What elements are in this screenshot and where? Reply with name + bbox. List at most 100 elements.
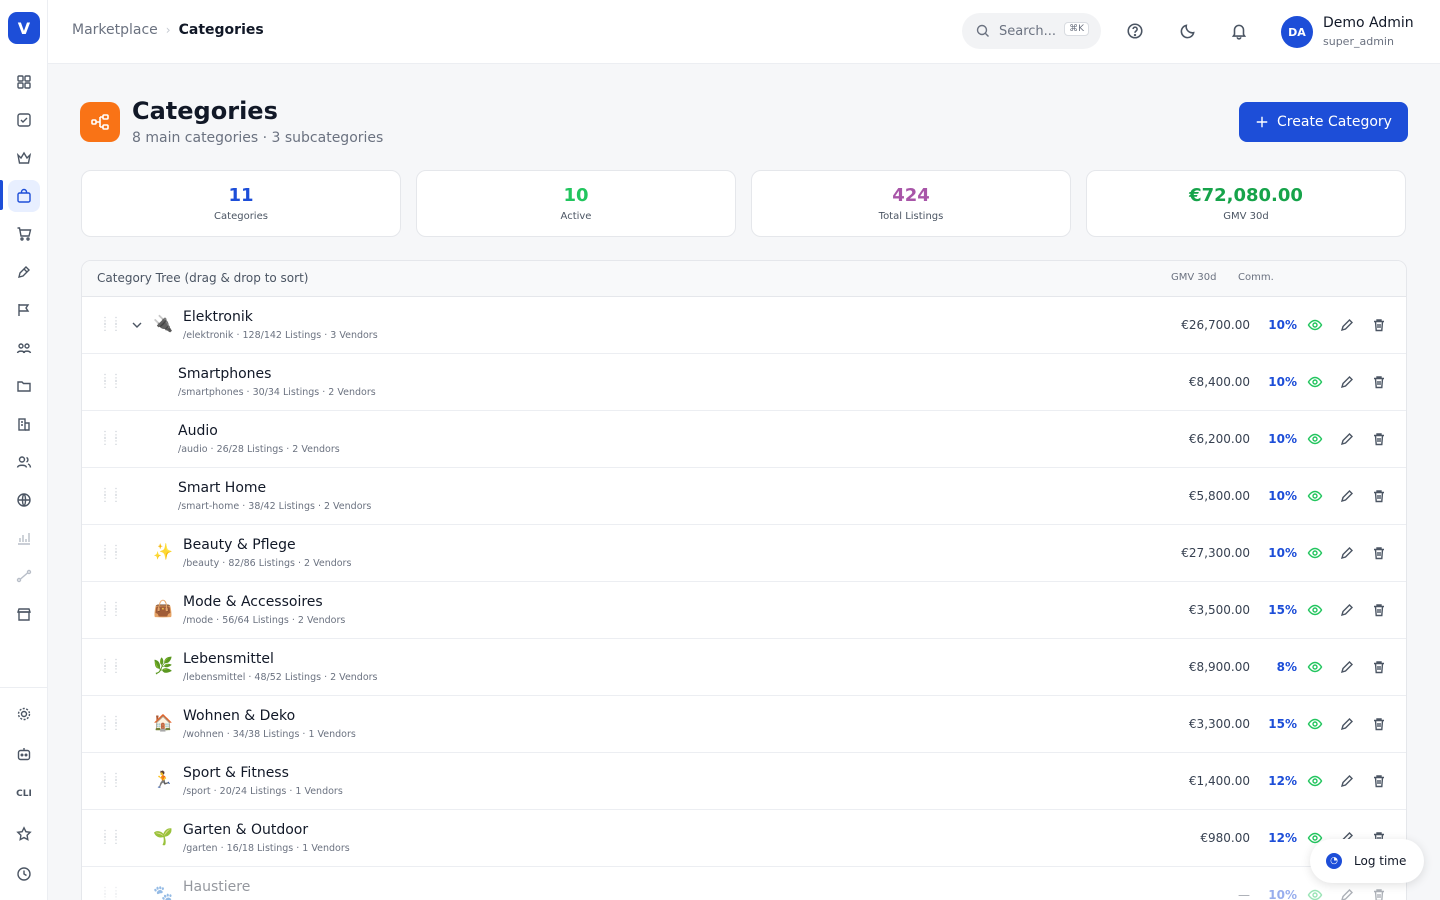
edit-pencil-icon[interactable]	[1339, 887, 1355, 900]
category-name: Sport & Fitness	[183, 765, 289, 781]
edit-pencil-icon[interactable]	[1339, 659, 1355, 675]
visibility-eye-icon[interactable]	[1307, 545, 1323, 561]
delete-trash-icon[interactable]	[1371, 545, 1387, 561]
pen-icon[interactable]	[8, 256, 40, 288]
edit-pencil-icon[interactable]	[1339, 317, 1355, 333]
edit-pencil-icon[interactable]	[1339, 773, 1355, 789]
tasks-check-icon[interactable]	[8, 104, 40, 136]
category-gmv: —	[1238, 888, 1250, 900]
user-name[interactable]: Demo Admin	[1323, 15, 1414, 31]
table-row[interactable]: ⋮⋮ ⋮⋮ 🏃 Sport & Fitness/sport · 20/24 Listi…	[82, 753, 1406, 810]
delete-trash-icon[interactable]	[1371, 659, 1387, 675]
table-row[interactable]: ⋮⋮ ⋮⋮ Audio/audio · 26/28 Listings · 2 Ven…	[82, 411, 1406, 468]
brand-logo[interactable]: V	[8, 12, 40, 44]
drag-handle-icon[interactable]: ⋮⋮ ⋮⋮	[100, 887, 121, 900]
dark-mode-moon-icon[interactable]	[1178, 20, 1198, 42]
notifications-bell-icon[interactable]	[1229, 20, 1249, 42]
edit-pencil-icon[interactable]	[1339, 602, 1355, 618]
table-row[interactable]: ⋮⋮ ⋮⋮ Smartphones/smartphones · 30/34 List…	[82, 354, 1406, 411]
team-users-icon[interactable]	[8, 332, 40, 364]
avatar[interactable]: DA	[1281, 16, 1313, 48]
delete-trash-icon[interactable]	[1371, 773, 1387, 789]
delete-trash-icon[interactable]	[1371, 716, 1387, 732]
visibility-eye-icon[interactable]	[1307, 317, 1323, 333]
edit-pencil-icon[interactable]	[1339, 716, 1355, 732]
category-gmv: €980.00	[1200, 831, 1250, 845]
delete-trash-icon[interactable]	[1371, 431, 1387, 447]
category-commission: 10%	[1268, 432, 1297, 446]
drag-handle-icon[interactable]: ⋮⋮ ⋮⋮	[100, 659, 121, 675]
search-placeholder: Search...	[999, 23, 1057, 39]
visibility-eye-icon[interactable]	[1307, 602, 1323, 618]
campaign-flag-icon[interactable]	[8, 294, 40, 326]
table-row[interactable]: ⋮⋮ ⋮⋮ ✨ Beauty & Pflege/beauty · 82/86 List…	[82, 525, 1406, 582]
edit-pencil-icon[interactable]	[1339, 431, 1355, 447]
globe-icon[interactable]	[8, 484, 40, 516]
visibility-eye-icon[interactable]	[1307, 887, 1323, 900]
category-commission: 12%	[1268, 774, 1297, 788]
buildings-icon[interactable]	[8, 408, 40, 440]
star-icon[interactable]	[8, 818, 40, 850]
folder-icon[interactable]	[8, 370, 40, 402]
edit-pencil-icon[interactable]	[1339, 488, 1355, 504]
store-icon[interactable]	[8, 598, 40, 630]
settings-gear-icon[interactable]	[8, 698, 40, 730]
delete-trash-icon[interactable]	[1371, 602, 1387, 618]
create-category-button[interactable]: Create Category	[1239, 102, 1408, 142]
visibility-eye-icon[interactable]	[1307, 716, 1323, 732]
delete-trash-icon[interactable]	[1371, 887, 1387, 900]
chevron-down-icon[interactable]	[130, 317, 144, 331]
marketplace-bag-icon[interactable]	[8, 180, 40, 212]
table-row[interactable]: ⋮⋮ ⋮⋮ 🔌 Elektronik/elektronik · 128/142 Lis…	[82, 297, 1406, 354]
drag-handle-icon[interactable]: ⋮⋮ ⋮⋮	[100, 716, 121, 732]
drag-handle-icon[interactable]: ⋮⋮ ⋮⋮	[100, 431, 121, 447]
drag-handle-icon[interactable]: ⋮⋮ ⋮⋮	[100, 602, 121, 618]
log-time-button[interactable]: ◔ Log time	[1310, 839, 1424, 883]
categories-tree-icon	[80, 102, 120, 142]
table-row[interactable]: ⋮⋮ ⋮⋮ 🌿 Lebensmittel/lebensmittel · 48/52 L…	[82, 639, 1406, 696]
analytics-chart-icon[interactable]	[8, 522, 40, 554]
search-box[interactable]: Search... ⌘K	[962, 13, 1101, 49]
help-icon[interactable]	[1125, 20, 1145, 42]
delete-trash-icon[interactable]	[1371, 488, 1387, 504]
visibility-eye-icon[interactable]	[1307, 488, 1323, 504]
drag-handle-icon[interactable]: ⋮⋮ ⋮⋮	[100, 488, 121, 504]
route-icon[interactable]	[8, 560, 40, 592]
clock-icon[interactable]	[8, 858, 40, 890]
drag-handle-icon[interactable]: ⋮⋮ ⋮⋮	[100, 545, 121, 561]
stat-label: Categories	[214, 211, 268, 222]
avatar-initials: DA	[1288, 25, 1306, 39]
cli-icon[interactable]: CLI	[8, 778, 40, 810]
drag-handle-icon[interactable]: ⋮⋮ ⋮⋮	[100, 773, 121, 789]
edit-pencil-icon[interactable]	[1339, 374, 1355, 390]
category-name: Garten & Outdoor	[183, 822, 309, 838]
table-row[interactable]: ⋮⋮ ⋮⋮ 🏠 Wohnen & Deko/wohnen · 34/38 Listin…	[82, 696, 1406, 753]
category-meta: /mode · 56/64 Listings · 2 Vendors	[183, 615, 346, 626]
delete-trash-icon[interactable]	[1371, 317, 1387, 333]
category-name: Smart Home	[178, 480, 267, 496]
visibility-eye-icon[interactable]	[1307, 431, 1323, 447]
topbar: Marketplace › Categories Search... ⌘K DA…	[48, 0, 1440, 64]
category-tree-title: Category Tree (drag & drop to sort)	[97, 271, 309, 285]
table-row[interactable]: ⋮⋮ ⋮⋮ 🐾 Haustiere — 10%	[82, 867, 1406, 900]
bot-icon[interactable]	[8, 738, 40, 770]
sidebar-active-indicator	[0, 180, 3, 210]
breadcrumb: Marketplace › Categories	[72, 22, 264, 38]
people-icon[interactable]	[8, 446, 40, 478]
crown-icon[interactable]	[8, 142, 40, 174]
table-row[interactable]: ⋮⋮ ⋮⋮ 🌱 Garten & Outdoor/garten · 16/18 Lis…	[82, 810, 1406, 867]
drag-handle-icon[interactable]: ⋮⋮ ⋮⋮	[100, 317, 121, 333]
edit-pencil-icon[interactable]	[1339, 545, 1355, 561]
cart-icon[interactable]	[8, 218, 40, 250]
breadcrumb-marketplace[interactable]: Marketplace	[72, 22, 158, 38]
table-row[interactable]: ⋮⋮ ⋮⋮ 👜 Mode & Accessoires/mode · 56/64 Lis…	[82, 582, 1406, 639]
cli-label: CLI	[16, 789, 32, 799]
table-row[interactable]: ⋮⋮ ⋮⋮ Smart Home/smart-home · 38/42 Listin…	[82, 468, 1406, 525]
drag-handle-icon[interactable]: ⋮⋮ ⋮⋮	[100, 374, 121, 390]
drag-handle-icon[interactable]: ⋮⋮ ⋮⋮	[100, 830, 121, 846]
dashboard-grid-icon[interactable]	[8, 66, 40, 98]
visibility-eye-icon[interactable]	[1307, 374, 1323, 390]
visibility-eye-icon[interactable]	[1307, 773, 1323, 789]
delete-trash-icon[interactable]	[1371, 374, 1387, 390]
visibility-eye-icon[interactable]	[1307, 659, 1323, 675]
